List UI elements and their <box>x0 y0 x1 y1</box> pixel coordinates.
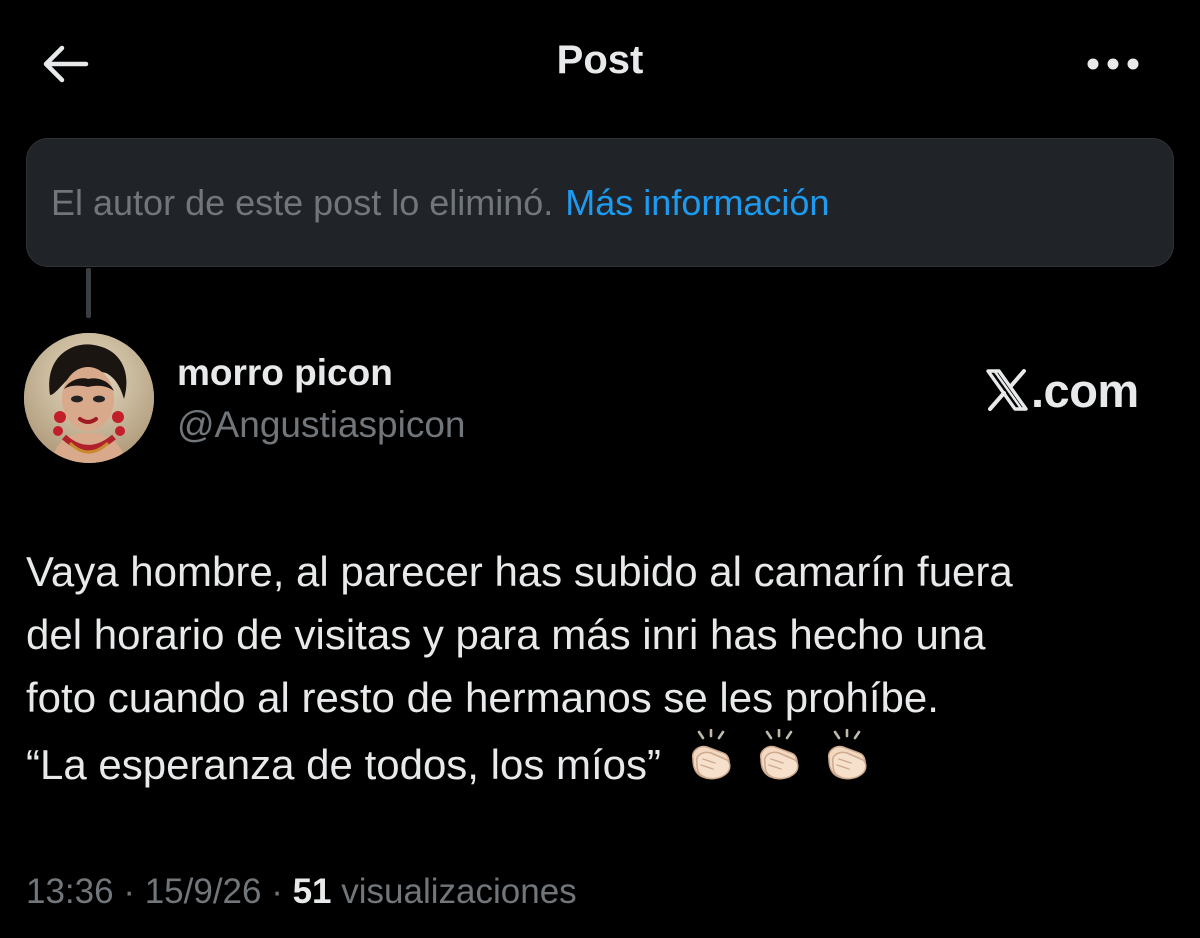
post-text-line: Vaya hombre, al parecer has subido al ca… <box>26 548 1013 595</box>
page-title: Post <box>556 38 644 82</box>
top-bar: Post <box>0 0 1200 124</box>
author-name[interactable]: morro picon <box>177 352 393 394</box>
deleted-post-notice: El autor de este post lo eliminó. Más in… <box>26 138 1174 267</box>
post-detail-screen: Post El autor de este post lo eliminó. M… <box>0 0 1200 938</box>
more-horizontal-icon <box>1087 58 1139 70</box>
post-text: Vaya hombre, al parecer has subido al ca… <box>26 540 1176 796</box>
clapping-hands-icon <box>759 729 799 780</box>
post-text-line: foto cuando al resto de hermanos se les … <box>26 674 939 721</box>
separator-dot: · <box>261 872 293 911</box>
clapping-hands-icon <box>827 729 867 780</box>
x-watermark: .com <box>985 362 1139 418</box>
x-logo-icon <box>986 369 1028 411</box>
clapping-hands-icon <box>691 729 731 780</box>
views-count[interactable]: 51 <box>293 872 332 911</box>
post-text-line: del horario de visitas y para más inri h… <box>26 611 986 658</box>
more-info-link[interactable]: Más información <box>565 182 829 224</box>
post-text-line-quote: “La esperanza de todos, los míos” <box>26 729 1176 796</box>
watermark-text: .com <box>1031 363 1139 417</box>
post-quote-text: “La esperanza de todos, los míos” <box>26 741 662 788</box>
views-label[interactable]: visualizaciones <box>341 872 576 911</box>
emoji-group <box>683 729 887 783</box>
avatar-image <box>24 333 154 463</box>
deleted-notice-text: El autor de este post lo eliminó. <box>51 181 554 223</box>
post-time[interactable]: 13:36 <box>26 872 114 911</box>
back-button[interactable] <box>38 40 92 88</box>
separator-dot: · <box>113 872 145 911</box>
arrow-left-icon <box>43 45 89 83</box>
author-handle[interactable]: @Angustiaspicon <box>177 404 466 446</box>
post-date[interactable]: 15/9/26 <box>145 872 262 911</box>
post-metadata: 13:36 · 15/9/26 · 51 visualizaciones <box>26 872 577 912</box>
more-options-button[interactable] <box>1080 44 1146 84</box>
thread-connector <box>86 268 91 318</box>
avatar[interactable] <box>24 333 154 463</box>
